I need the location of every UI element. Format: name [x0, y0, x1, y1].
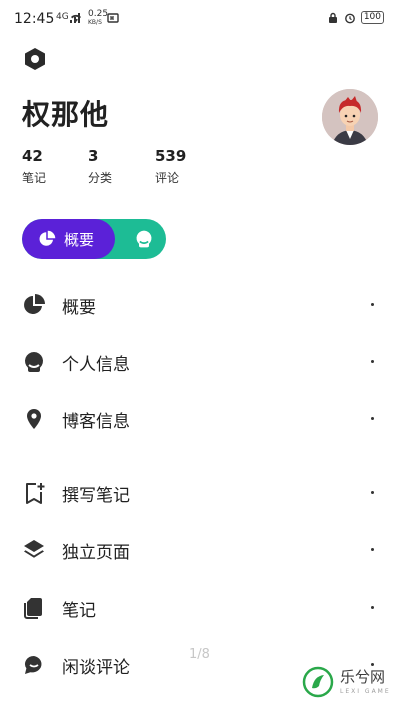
alarm-icon — [344, 13, 355, 23]
menu-item-dot — [371, 606, 374, 609]
menu-item-dot — [371, 360, 374, 363]
pie-chart-icon — [39, 230, 56, 246]
menu-item-dot — [371, 303, 374, 306]
page-indicator: 1/8 — [189, 647, 210, 662]
stat-value: 3 — [88, 147, 99, 165]
menu-item-label: 概要 — [62, 298, 96, 318]
menu-item-label: 撰写笔记 — [62, 486, 130, 506]
stat-categories[interactable]: 3 分类 — [88, 147, 112, 186]
menu-item-dot — [371, 417, 374, 420]
watermark-logo-icon — [302, 666, 334, 698]
notes-stack-icon — [24, 598, 42, 619]
watermark-subtext: LEXI GAME — [340, 688, 391, 695]
menu-item-label: 独立页面 — [62, 543, 130, 563]
menu-item-label: 闲谈评论 — [62, 658, 130, 678]
menu-item-notes[interactable]: 笔记 — [0, 585, 400, 631]
stat-value: 539 — [155, 147, 187, 165]
profile-name: 权那他 — [22, 98, 110, 131]
bookmark-add-icon — [26, 483, 45, 504]
stat-value: 42 — [22, 147, 43, 165]
stat-label: 分类 — [88, 171, 113, 185]
view-toggle: 概要 — [22, 219, 166, 259]
hd-icon — [107, 13, 119, 23]
avatar-illustration-icon — [322, 89, 378, 145]
lock-icon — [328, 12, 337, 23]
stat-notes[interactable]: 42 笔记 — [22, 147, 46, 186]
watermark: 乐兮网 LEXI GAME — [302, 664, 396, 704]
avatar[interactable] — [322, 89, 378, 145]
menu-item-overview[interactable]: 概要 — [0, 282, 400, 328]
menu-item-label: 个人信息 — [62, 355, 130, 375]
status-right: 100 — [327, 11, 384, 24]
toggle-profile-icon[interactable] — [134, 229, 154, 249]
menu-item-profile-info[interactable]: 个人信息 — [0, 339, 400, 385]
settings-icon[interactable] — [22, 46, 48, 72]
menu-item-label: 博客信息 — [62, 412, 130, 432]
chat-bubble-icon — [24, 656, 42, 674]
status-time: 12:45 — [14, 11, 55, 27]
user-face-icon — [25, 352, 43, 372]
menu-item-pages[interactable]: 独立页面 — [0, 527, 400, 573]
stat-label: 评论 — [155, 171, 180, 185]
menu-item-blog-info[interactable]: 博客信息 — [0, 396, 400, 442]
layers-icon — [24, 540, 44, 558]
menu-item-dot — [371, 548, 374, 551]
wifi-icon — [71, 14, 81, 22]
menu-item-write-note[interactable]: 撰写笔记 — [0, 470, 400, 516]
toggle-overview-label: 概要 — [64, 230, 95, 249]
menu-item-dot — [371, 491, 374, 494]
stat-comments[interactable]: 539 评论 — [155, 147, 186, 186]
network-speed: 0.25 KB/S — [88, 9, 109, 27]
menu-item-label: 笔记 — [62, 601, 96, 621]
battery-indicator: 100 — [360, 11, 384, 24]
stat-label: 笔记 — [22, 171, 47, 185]
watermark-text: 乐兮网 — [340, 668, 386, 686]
toggle-overview-button[interactable]: 概要 — [22, 219, 115, 259]
pie-chart-icon — [24, 294, 45, 314]
location-pin-icon — [27, 409, 41, 429]
status-bar: 12:45 4G 0.25 KB/S 100 — [0, 0, 400, 38]
network-label: 4G — [56, 12, 69, 22]
